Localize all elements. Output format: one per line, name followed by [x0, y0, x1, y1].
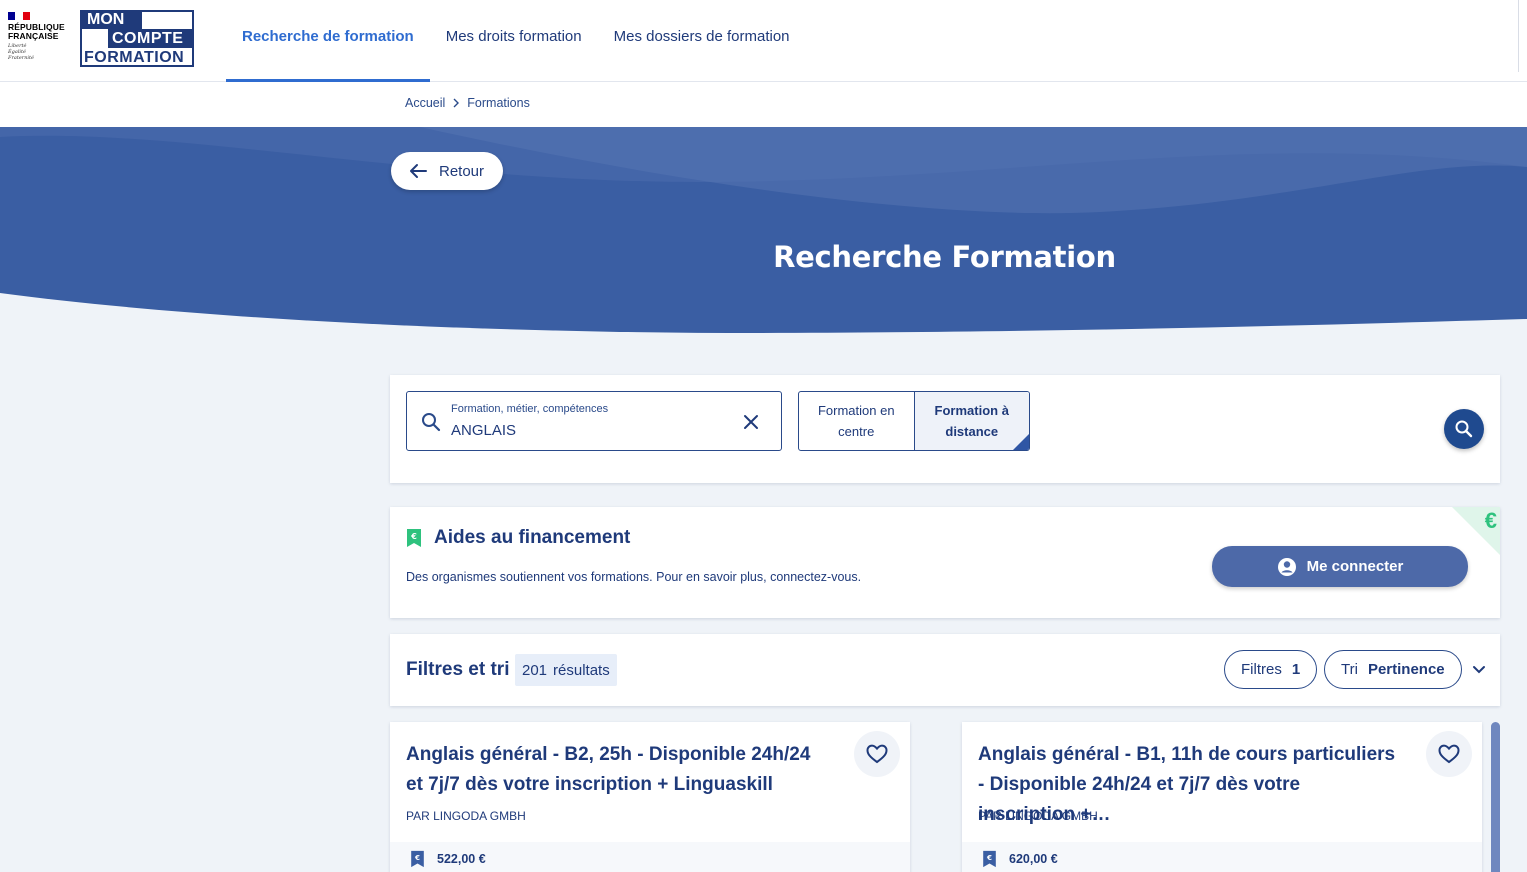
chevron-right-icon: [453, 98, 460, 108]
logo-compte: COMPTE: [108, 29, 194, 48]
login-button[interactable]: Me connecter: [1212, 546, 1468, 587]
chevron-down-icon[interactable]: [1472, 664, 1486, 674]
user-icon: [1277, 557, 1296, 576]
result-organization: PAR LINGODA GMBH: [978, 809, 1098, 823]
back-button[interactable]: Retour: [391, 152, 503, 190]
euro-bookmark-icon: €: [407, 529, 421, 547]
result-price-row: € 522,00 €: [410, 850, 486, 868]
filters-button[interactable]: Filtres 1: [1224, 650, 1318, 689]
motto: Liberté Égalité Fraternité: [8, 43, 68, 61]
svg-text:€: €: [410, 532, 417, 541]
back-label: Retour: [439, 162, 485, 180]
search-field[interactable]: Formation, métier, compétences: [406, 391, 782, 451]
results-badge: 201 résultats: [515, 654, 617, 686]
aid-title-row: € Aides au financement: [406, 527, 630, 549]
hero-banner: [0, 127, 1527, 337]
sort-button[interactable]: Tri Pertinence: [1324, 650, 1462, 689]
nav-recherche-de-formation[interactable]: Recherche de formation: [226, 0, 430, 82]
result-organization: PAR LINGODA GMBH: [406, 809, 526, 823]
french-flag-icon: [8, 12, 30, 20]
euro-icon: €: [1484, 508, 1497, 533]
heart-icon: [866, 744, 888, 764]
aid-description: Des organismes soutiennent vos formation…: [406, 570, 862, 584]
filters-count: 1: [1291, 661, 1301, 678]
result-price: 522,00 €: [437, 852, 486, 866]
result-price-row: € 620,00 €: [982, 850, 1058, 868]
result-card[interactable]: Anglais général - B2, 25h - Disponible 2…: [390, 722, 910, 872]
option-formation-a-distance[interactable]: Formation à distance: [913, 392, 1029, 450]
result-title[interactable]: Anglais général - B2, 25h - Disponible 2…: [406, 740, 826, 800]
results-label: résultats: [553, 661, 610, 679]
result-card[interactable]: Anglais général - B1, 11h de cours parti…: [962, 722, 1482, 872]
option-formation-en-centre[interactable]: Formation en centre: [799, 392, 914, 450]
search-input[interactable]: [451, 422, 721, 439]
logo-formation: FORMATION: [84, 49, 185, 66]
page-title: Recherche Formation: [773, 240, 1116, 274]
breadcrumb-current: Formations: [467, 96, 530, 110]
search-icon: [422, 413, 441, 432]
search-field-label: Formation, métier, compétences: [451, 403, 609, 415]
aid-title: Aides au financement: [434, 527, 631, 548]
sort-value: Pertinence: [1367, 661, 1445, 678]
republique-francaise-logo: RÉPUBLIQUE FRANÇAISE Liberté Égalité Fra…: [8, 12, 68, 61]
sort-label: Tri: [1341, 661, 1358, 678]
breadcrumb-bar: Accueil Formations: [0, 82, 1527, 127]
euro-bookmark-icon: €: [983, 850, 996, 868]
heart-icon: [1438, 744, 1460, 764]
site-header: RÉPUBLIQUE FRANÇAISE Liberté Égalité Fra…: [0, 0, 1527, 82]
logo-mon: MON: [80, 10, 142, 29]
search-panel: Formation, métier, compétences Formation…: [390, 375, 1500, 483]
nav-mes-droits-formation[interactable]: Mes droits formation: [430, 0, 598, 82]
result-price: 620,00 €: [1009, 852, 1058, 866]
header-divider: [1518, 0, 1519, 72]
nav-mes-dossiers-de-formation[interactable]: Mes dossiers de formation: [598, 0, 806, 82]
filter-sort-panel: Filtres et tri 201 résultats Filtres 1 T…: [390, 634, 1500, 706]
search-submit-button[interactable]: [1444, 409, 1484, 449]
filters-label: Filtres: [1241, 661, 1282, 678]
filter-title: Filtres et tri: [406, 659, 510, 680]
login-label: Me connecter: [1306, 558, 1404, 575]
mon-compte-formation-logo[interactable]: MON COMPTE FORMATION: [80, 10, 194, 67]
financing-aid-panel: € € Aides au financement Des organismes …: [390, 507, 1500, 618]
scrollbar-thumb[interactable]: [1491, 722, 1500, 872]
euro-bookmark-icon: €: [411, 850, 424, 868]
clear-icon[interactable]: [743, 414, 759, 430]
svg-text:€: €: [986, 853, 992, 862]
search-icon: [1455, 420, 1473, 438]
training-mode-toggle: Formation en centre Formation à distance: [798, 391, 1030, 451]
favorite-button[interactable]: [1426, 731, 1472, 777]
svg-text:€: €: [414, 853, 420, 862]
republique-line2: FRANÇAISE: [8, 31, 59, 41]
main-nav: Recherche de formation Mes droits format…: [226, 0, 806, 82]
motto-fraternite: Fraternité: [8, 55, 34, 61]
arrow-left-icon: [410, 164, 427, 178]
results-count: 201: [522, 661, 548, 679]
favorite-button[interactable]: [854, 731, 900, 777]
breadcrumb: Accueil Formations: [405, 96, 530, 110]
breadcrumb-home[interactable]: Accueil: [405, 96, 445, 110]
